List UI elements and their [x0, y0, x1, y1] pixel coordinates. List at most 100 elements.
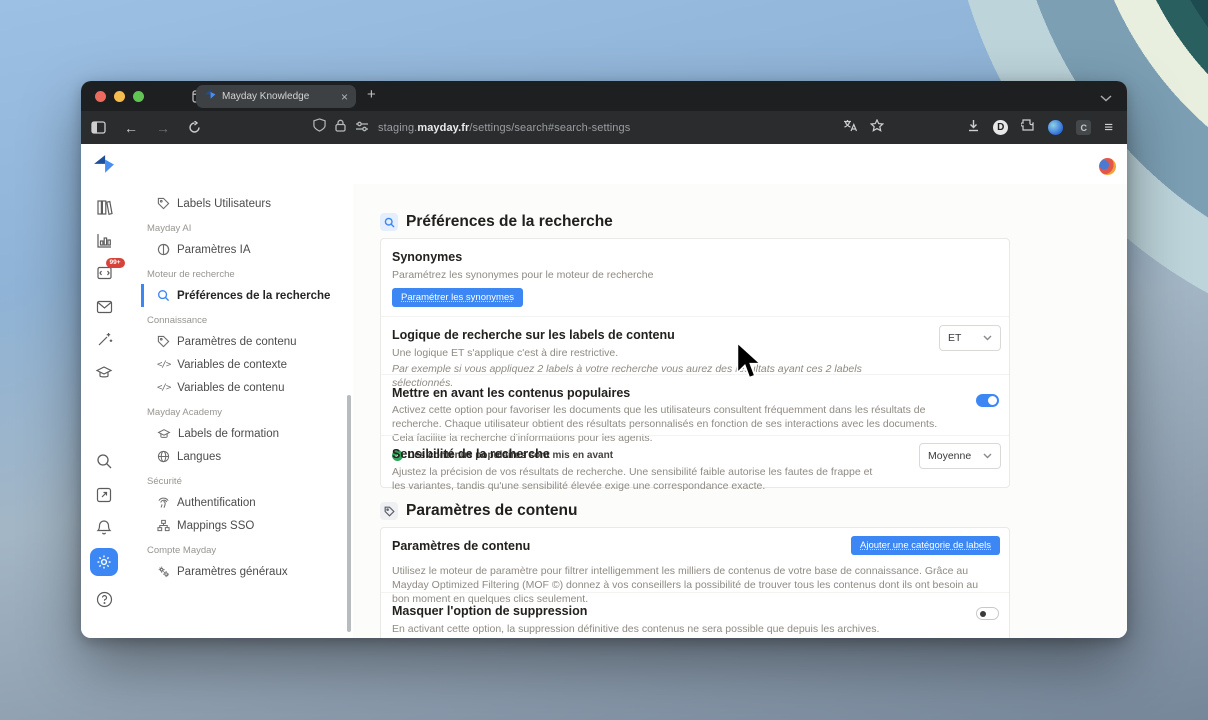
sidebar-item-parametres-de-contenu[interactable]: Paramètres de contenu	[141, 330, 353, 353]
downloads-icon[interactable]	[967, 119, 980, 137]
add-label-category-button[interactable]: Ajouter une catégorie de labels	[851, 536, 1000, 555]
extension-profile-icon[interactable]	[1048, 120, 1063, 135]
help-icon[interactable]	[95, 590, 114, 609]
shield-icon[interactable]	[313, 118, 326, 137]
sensitivity-select[interactable]: Moyenne	[919, 443, 1001, 469]
browser-window: Mayday Knowledge × + ← →	[81, 81, 1127, 638]
tune-settings-icon[interactable]	[355, 119, 369, 137]
icon-rail: 99+	[81, 184, 127, 638]
synonyms-desc: Paramétrez les synonymes pour le moteur …	[392, 268, 998, 282]
sidebar-section-moteur-de-recherche: Moteur de recherche	[141, 264, 353, 284]
tab-favicon-mayday-logo-icon	[204, 88, 216, 106]
sidebar-toggle-icon[interactable]	[91, 121, 106, 134]
user-avatar[interactable]	[1099, 158, 1116, 175]
extensions-puzzle-icon[interactable]	[1021, 118, 1035, 137]
address-bar[interactable]: staging.mayday.fr/settings/search#search…	[313, 118, 630, 137]
synonyms-row: Synonymes Paramétrez les synonymes pour …	[381, 239, 1009, 316]
forward-button[interactable]: →	[156, 120, 170, 136]
notifications-bell-icon[interactable]	[95, 518, 114, 537]
labels-logic-row: Logique de recherche sur les labels de c…	[381, 316, 1009, 374]
notification-badge: 99+	[106, 258, 125, 268]
lock-icon[interactable]	[335, 119, 346, 137]
conversations-icon[interactable]: 99+	[95, 264, 114, 283]
sidebar-item-parametres-ia[interactable]: Paramètres IA	[141, 238, 353, 261]
extension-c-icon[interactable]: C	[1076, 120, 1091, 135]
browser-tab-bar: Mayday Knowledge × +	[81, 81, 1127, 111]
sidebar-item-mappings-sso[interactable]: Mappings SSO	[141, 514, 353, 537]
sidebar-item-labels-de-formation[interactable]: Labels de formation	[141, 422, 353, 445]
close-window-button[interactable]	[95, 91, 106, 102]
tab-bar-chevron-down-icon[interactable]	[1100, 89, 1112, 107]
labels-logic-title: Logique de recherche sur les labels de c…	[392, 328, 998, 342]
content-params-row: Paramètres de contenu Utilisez le moteur…	[381, 528, 1009, 592]
code-icon: </>	[157, 383, 170, 393]
sidebar-item-variables-de-contenu[interactable]: </> Variables de contenu	[141, 376, 353, 399]
external-link-icon[interactable]	[95, 485, 114, 504]
bookmark-star-icon[interactable]	[870, 119, 884, 137]
sidebar-item-variables-de-contexte[interactable]: </> Variables de contexte	[141, 353, 353, 376]
configure-synonyms-button[interactable]: Paramétrer les synonymes	[392, 288, 523, 307]
magic-wand-icon[interactable]	[95, 330, 114, 349]
translate-icon[interactable]	[843, 119, 857, 137]
hide-delete-toggle[interactable]	[976, 607, 999, 620]
popular-content-row: Mettre en avant les contenus populaires …	[381, 374, 1009, 435]
search-settings-card: Synonymes Paramétrez les synonymes pour …	[380, 238, 1010, 488]
popular-content-toggle[interactable]	[976, 394, 999, 407]
zoom-window-button[interactable]	[133, 91, 144, 102]
browser-toolbar: ← →	[81, 111, 1127, 144]
extension-d-icon[interactable]: D	[993, 120, 1008, 135]
academy-icon[interactable]	[95, 363, 114, 382]
content-section-icon	[380, 502, 398, 520]
chevron-down-icon	[983, 335, 992, 341]
desktop-wallpaper: Mayday Knowledge × + ← →	[0, 0, 1208, 720]
sensitivity-title: Sensibilité de la recherche	[392, 447, 998, 461]
url-text[interactable]: staging.mayday.fr/settings/search#search…	[378, 122, 630, 134]
mail-icon[interactable]	[95, 297, 114, 316]
browser-tab[interactable]: Mayday Knowledge ×	[196, 85, 356, 108]
sidebar-item-authentification[interactable]: Authentification	[141, 491, 353, 514]
mouse-cursor	[735, 342, 765, 389]
settings-gear-icon[interactable]	[90, 548, 118, 576]
popular-content-title: Mettre en avant les contenus populaires	[392, 386, 998, 400]
browser-menu-icon[interactable]: ≡	[1104, 119, 1113, 136]
search-settings-header: Préférences de la recherche	[380, 213, 613, 231]
sidebar-scrollbar[interactable]	[347, 395, 351, 632]
sidebar-section-connaissance: Connaissance	[141, 310, 353, 330]
reload-button[interactable]	[188, 121, 201, 134]
tab-close-icon[interactable]: ×	[341, 91, 348, 103]
mayday-app: 99+	[81, 144, 1127, 638]
content-settings-title: Paramètres de contenu	[406, 502, 577, 520]
sidebar-item-langues[interactable]: Langues	[141, 445, 353, 468]
sidebar-section-compte-mayday: Compte Mayday	[141, 540, 353, 560]
sidebar-section-mayday-academy: Mayday Academy	[141, 402, 353, 422]
labels-logic-select[interactable]: ET	[939, 325, 1001, 351]
mayday-logo-icon[interactable]	[93, 154, 115, 181]
search-settings-title: Préférences de la recherche	[406, 213, 613, 231]
search-section-icon	[380, 213, 398, 231]
code-icon: </>	[157, 360, 170, 370]
sensitivity-desc: Ajustez la précision de vos résultats de…	[392, 465, 998, 493]
tab-title: Mayday Knowledge	[222, 91, 335, 102]
sensitivity-row: Sensibilité de la recherche Ajustez la p…	[381, 435, 1009, 489]
main-content: Préférences de la recherche Synonymes Pa…	[353, 184, 1127, 638]
sidebar-section-mayday-ai: Mayday AI	[141, 218, 353, 238]
back-button[interactable]: ←	[124, 120, 138, 136]
window-controls	[95, 91, 144, 102]
hide-delete-desc: En activant cette option, la suppression…	[392, 622, 998, 636]
hide-delete-title: Masquer l'option de suppression	[392, 604, 998, 618]
search-icon[interactable]	[95, 452, 114, 471]
hide-delete-row: Masquer l'option de suppression En activ…	[381, 592, 1009, 638]
labels-logic-desc: Une logique ET s'applique c'est à dire r…	[392, 346, 998, 360]
content-settings-header: Paramètres de contenu	[380, 502, 577, 520]
settings-sidebar: Labels Utilisateurs Mayday AI Paramètres…	[141, 184, 353, 638]
new-tab-button[interactable]: +	[367, 86, 376, 103]
knowledge-base-icon[interactable]	[95, 198, 114, 217]
content-settings-card: Paramètres de contenu Utilisez le moteur…	[380, 527, 1010, 638]
sidebar-section-securite: Sécurité	[141, 471, 353, 491]
analytics-icon[interactable]	[95, 231, 114, 250]
minimize-window-button[interactable]	[114, 91, 125, 102]
chevron-down-icon	[983, 453, 992, 459]
sidebar-item-parametres-generaux[interactable]: Paramètres généraux	[141, 560, 353, 583]
sidebar-item-labels-utilisateurs[interactable]: Labels Utilisateurs	[141, 192, 353, 215]
sidebar-item-preferences-recherche[interactable]: Préférences de la recherche	[141, 284, 353, 307]
